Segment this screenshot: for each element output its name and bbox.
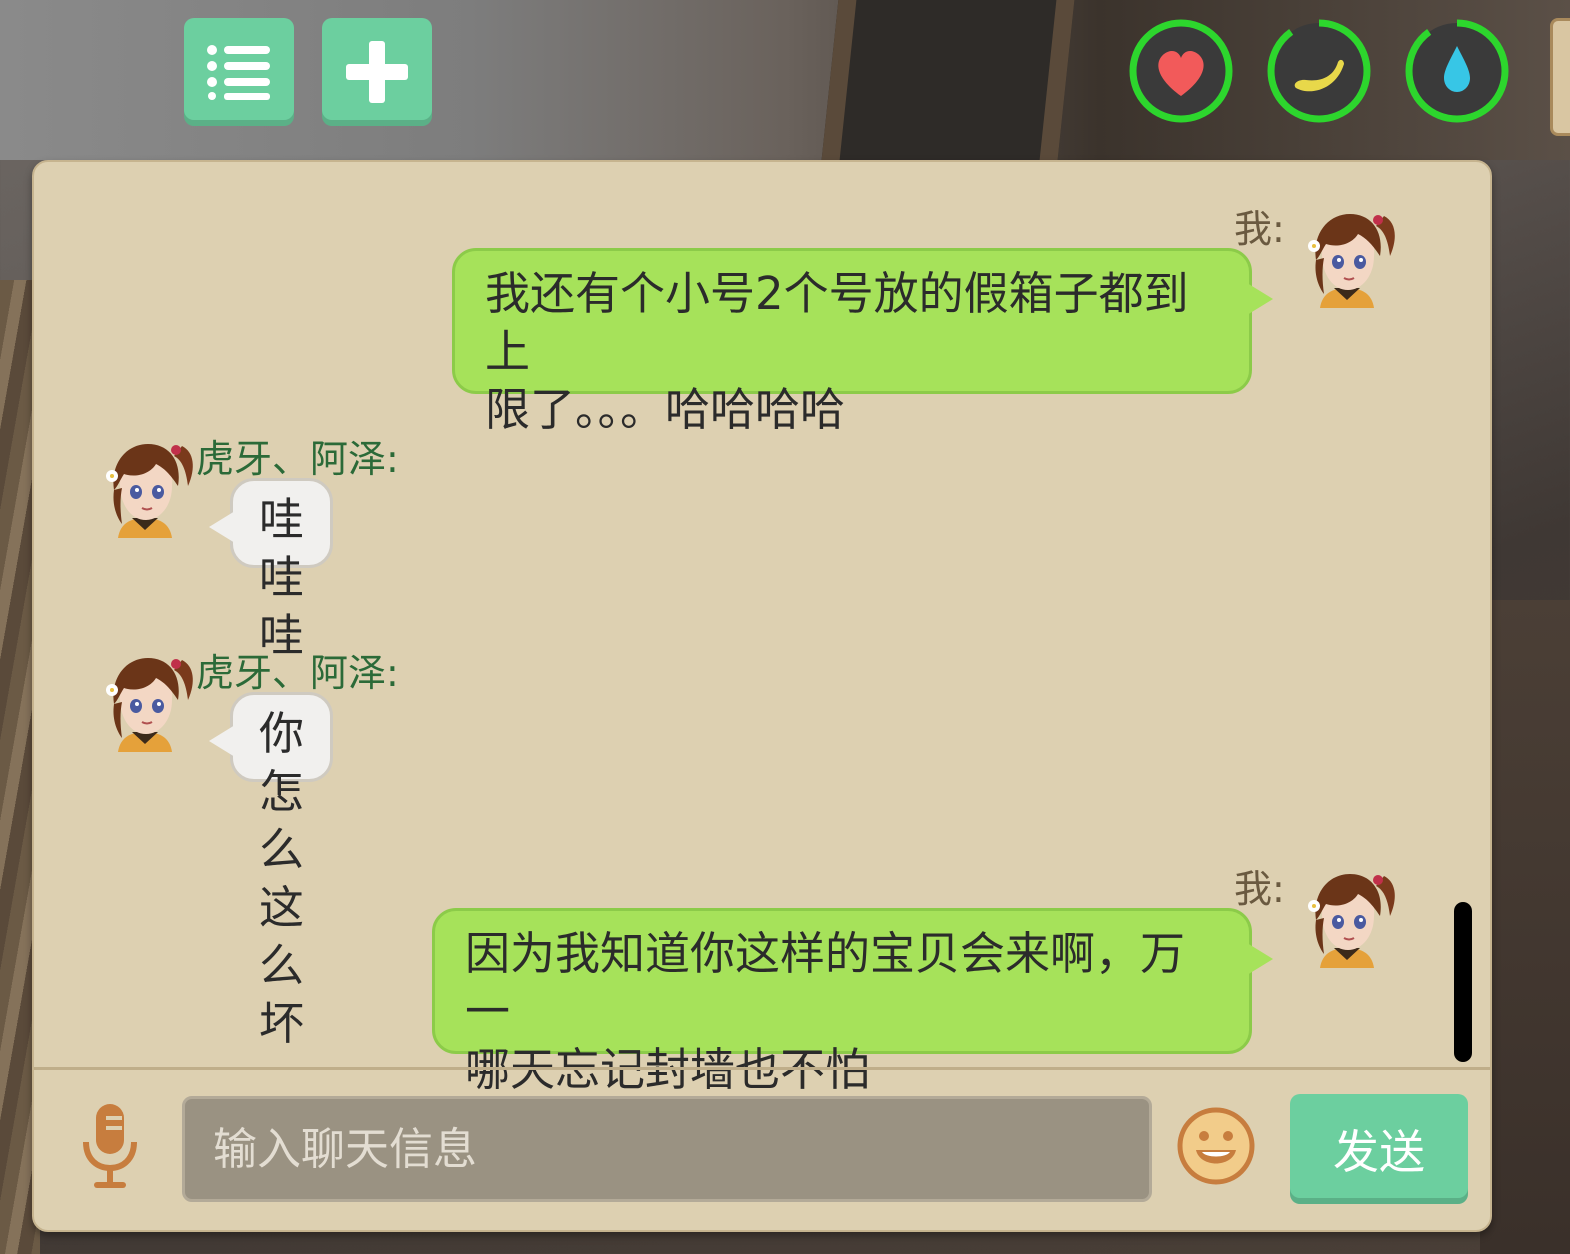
input-divider — [34, 1067, 1490, 1070]
message-bubble: 你怎么这么坏 — [209, 692, 334, 1050]
message-text-line: 你怎么这么坏 — [259, 707, 305, 1050]
message-bubble: 哇哇哇 — [209, 478, 334, 662]
chat-scrollbar[interactable] — [1454, 902, 1472, 1062]
water-status[interactable] — [1402, 16, 1512, 126]
chat-input[interactable] — [182, 1096, 1152, 1202]
food-status[interactable] — [1264, 16, 1374, 126]
send-button[interactable]: 发送 — [1290, 1094, 1468, 1204]
avatar[interactable] — [90, 648, 200, 758]
list-icon — [207, 45, 270, 100]
message-text-line: 我还有个小号2个号放的假箱子都到上 — [485, 267, 1189, 378]
side-tab[interactable] — [1550, 18, 1570, 136]
background-door — [821, 0, 1075, 160]
emoji-button[interactable] — [1176, 1106, 1256, 1186]
voice-input-button[interactable] — [80, 1102, 140, 1192]
bubble-tail — [1247, 283, 1273, 315]
bubble-tail — [209, 511, 235, 543]
message-text-line: 限了。。。哈哈哈哈 — [485, 383, 846, 436]
message-list: 我: 我还有个小号2个号放的假箱子都到上 限了。。。哈哈哈哈 虎牙、阿泽: 哇哇… — [34, 162, 1490, 1096]
avatar[interactable] — [90, 434, 200, 544]
add-button[interactable] — [322, 18, 432, 126]
sender-name: 我: — [1234, 207, 1285, 251]
health-status[interactable] — [1126, 16, 1236, 126]
message-text-line: 哪天忘记封墙也不怕 — [465, 1043, 871, 1096]
sender-name: 虎牙、阿泽: — [196, 437, 399, 481]
avatar[interactable] — [1292, 204, 1402, 314]
microphone-icon — [83, 1104, 137, 1188]
message-text-line: 哇哇哇 — [259, 493, 305, 662]
smiley-face-icon — [1177, 1107, 1255, 1185]
sender-name: 我: — [1234, 867, 1285, 911]
bubble-tail — [209, 725, 235, 757]
sender-name: 虎牙、阿泽: — [196, 651, 399, 695]
menu-button[interactable] — [184, 18, 294, 126]
bubble-tail — [1247, 943, 1273, 975]
background-beam — [1480, 600, 1570, 1254]
plus-icon — [346, 41, 408, 103]
chat-panel: 我: 我还有个小号2个号放的假箱子都到上 限了。。。哈哈哈哈 虎牙、阿泽: 哇哇… — [32, 160, 1492, 1232]
message-text-line: 因为我知道你这样的宝贝会来啊，万一 — [465, 927, 1186, 1038]
message-bubble: 因为我知道你这样的宝贝会来啊，万一 哪天忘记封墙也不怕 — [432, 908, 1273, 1096]
message-bubble: 我还有个小号2个号放的假箱子都到上 限了。。。哈哈哈哈 — [452, 248, 1273, 436]
avatar[interactable] — [1292, 864, 1402, 974]
